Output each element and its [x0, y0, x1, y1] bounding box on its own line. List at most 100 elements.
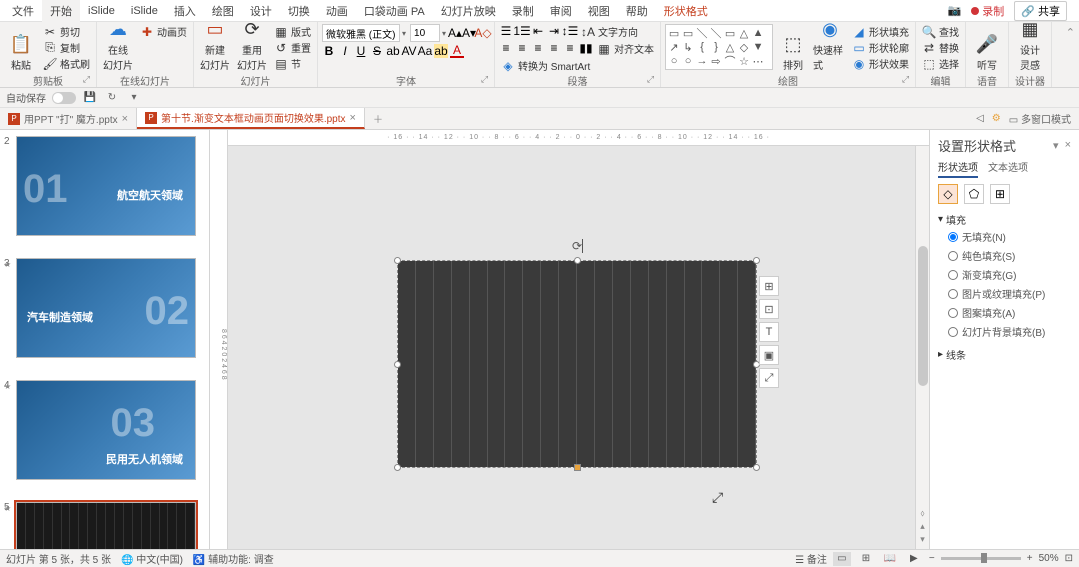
thumb-slide-4[interactable]: 03 民用无人机领域 — [16, 380, 196, 480]
section-button[interactable]: ▤节 — [272, 56, 313, 71]
autosave-toggle[interactable] — [52, 92, 76, 104]
fill-section-header[interactable]: ▾ 填充 — [938, 212, 1071, 227]
align-text-button[interactable]: ▦对齐文本 — [595, 41, 656, 56]
font-color-button[interactable]: A — [450, 44, 464, 58]
font-launcher[interactable]: ⤢ — [481, 74, 488, 85]
tab-islide2[interactable]: iSlide — [123, 2, 166, 20]
sorter-view-button[interactable]: ⊞ — [857, 552, 875, 566]
shape-arrow-icon[interactable]: ↗ — [667, 40, 681, 54]
float-layout-button[interactable]: ⊞ — [759, 276, 779, 296]
arrange-button[interactable]: ⬚排列 — [776, 24, 810, 72]
tab-transition[interactable]: 切换 — [280, 0, 318, 22]
rotate-handle[interactable]: ⟳ — [572, 239, 583, 253]
pattern-fill-radio[interactable]: 图案填充(A) — [938, 303, 1071, 322]
shape-oval2-icon[interactable]: ○ — [681, 54, 695, 68]
tab-slideshow[interactable]: 幻灯片放映 — [433, 0, 504, 22]
replace-button[interactable]: ⇄替换 — [920, 40, 961, 55]
numbering-button[interactable]: 1☰ — [515, 24, 529, 38]
tab-insert[interactable]: 插入 — [166, 0, 204, 22]
shape-rect2-icon[interactable]: ▭ — [681, 26, 695, 40]
tab-help[interactable]: 帮助 — [618, 0, 656, 22]
shape-fill-button[interactable]: ◢形状填充 — [850, 24, 911, 39]
chevron-down-icon[interactable]: ▾ — [400, 29, 408, 38]
shape-arrow3-icon[interactable]: ⇨ — [709, 54, 723, 68]
cut-button[interactable]: ✂剪切 — [41, 24, 92, 39]
zoom-out-button[interactable]: − — [929, 553, 935, 564]
tab-home[interactable]: 开始 — [42, 0, 80, 22]
shape-diamond-icon[interactable]: ◇ — [737, 40, 751, 54]
shape-scroll-dn-icon[interactable]: ▼ — [751, 40, 765, 54]
dictate-button[interactable]: 🎤听写 — [970, 24, 1004, 72]
align-center-button[interactable]: ≡ — [515, 41, 529, 55]
resize-handle-ml[interactable] — [394, 361, 401, 368]
float-crop-button[interactable]: ▣ — [759, 345, 779, 365]
scroll-up-icon[interactable]: ⬨ — [920, 508, 924, 519]
shadow-button[interactable]: ab — [386, 44, 400, 58]
slide-thumbnails[interactable]: 2 01 航空航天领域 ★ 3 汽车制造领域 02 ★ 4 03 民用无人机领域… — [0, 130, 210, 549]
bold-button[interactable]: B — [322, 44, 336, 58]
thumb-slide-5[interactable] — [16, 502, 196, 549]
share-button[interactable]: 🔗 共享 — [1014, 1, 1067, 21]
columns-button[interactable]: ▮▮ — [579, 41, 593, 55]
zoom-level[interactable]: 50% — [1039, 553, 1059, 564]
thumb-slide-2[interactable]: 01 航空航天领域 — [16, 136, 196, 236]
save-button[interactable]: 💾 — [82, 90, 98, 106]
tab-shape-format[interactable]: 形状格式 — [656, 0, 716, 22]
tab-file[interactable]: 文件 — [4, 0, 42, 22]
picture-fill-radio[interactable]: 图片或纹理填充(P) — [938, 284, 1071, 303]
no-fill-radio[interactable]: 无填充(N) — [938, 227, 1071, 246]
paragraph-launcher[interactable]: ⤢ — [647, 74, 654, 85]
line-spacing-button[interactable]: ↕☰ — [563, 24, 577, 38]
layout-button[interactable]: ▦版式 — [272, 24, 313, 39]
float-more-button[interactable]: ⤢ — [759, 368, 779, 388]
fit-window-button[interactable]: ⊡ — [1065, 553, 1073, 564]
tab-animation[interactable]: 动画 — [318, 0, 356, 22]
gradient-fill-radio[interactable]: 渐变填充(G) — [938, 265, 1071, 284]
paste-button[interactable]: 📋粘贴 — [4, 24, 38, 72]
prev-slide-icon[interactable]: ▴ — [920, 521, 925, 532]
shape-effects-button[interactable]: ◉形状效果 — [850, 56, 911, 71]
case-button[interactable]: Aa — [418, 44, 432, 58]
resize-handle-br[interactable] — [753, 464, 760, 471]
doc-tab-2[interactable]: P第十节.渐变文本框动画页面切换效果.pptx× — [137, 108, 365, 129]
fill-line-tab-icon[interactable]: ◇ — [938, 184, 958, 204]
font-size-combo[interactable]: 10 — [410, 24, 440, 42]
effects-tab-icon[interactable]: ⬠ — [964, 184, 984, 204]
shape-outline-button[interactable]: ▭形状轮廓 — [850, 40, 911, 55]
strike-button[interactable]: S — [370, 44, 384, 58]
tab-review[interactable]: 审阅 — [542, 0, 580, 22]
italic-button[interactable]: I — [338, 44, 352, 58]
close-icon[interactable]: × — [350, 112, 356, 124]
multi-window-button[interactable]: ▭ 多窗口模式 — [1009, 111, 1071, 126]
spacing-button[interactable]: AV — [402, 44, 416, 58]
scrollbar-thumb[interactable] — [918, 246, 928, 386]
notes-button[interactable]: ☰ 备注 — [795, 551, 827, 566]
selected-shape[interactable]: ⟳ — [398, 261, 756, 467]
indent-inc-button[interactable]: ⇥ — [547, 24, 561, 38]
tab-islide1[interactable]: iSlide — [80, 2, 123, 20]
tab-pocket[interactable]: 口袋动画 PA — [356, 0, 433, 22]
shape-arrow2-icon[interactable]: → — [695, 54, 709, 68]
slideshow-view-button[interactable]: ▶ — [905, 552, 923, 566]
slide-bg-fill-radio[interactable]: 幻灯片背景填充(B) — [938, 322, 1071, 341]
more-qat-button[interactable]: ▾ — [126, 90, 142, 106]
indent-dec-button[interactable]: ⇤ — [531, 24, 545, 38]
quick-styles-button[interactable]: ◉快速样式 — [813, 24, 847, 72]
solid-fill-radio[interactable]: 纯色填充(S) — [938, 246, 1071, 265]
shape-rect-icon[interactable]: ▭ — [667, 26, 681, 40]
normal-view-button[interactable]: ▭ — [833, 552, 851, 566]
reading-view-button[interactable]: 📖 — [881, 552, 899, 566]
text-direction-button[interactable]: ↕A文字方向 — [579, 24, 640, 39]
thumb-slide-3[interactable]: 汽车制造领域 02 — [16, 258, 196, 358]
next-slide-icon[interactable]: ▾ — [920, 534, 925, 545]
shapes-gallery[interactable]: ▭▭＼＼▭△▲ ↗↳{}△◇▼ ○○→⇨⌒☆⋯ — [665, 24, 773, 70]
close-icon[interactable]: × — [122, 113, 128, 125]
reset-button[interactable]: ↺重置 — [272, 40, 313, 55]
zoom-slider[interactable] — [941, 557, 1021, 560]
shape-brace2-icon[interactable]: } — [709, 40, 723, 54]
select-button[interactable]: ⬚选择 — [920, 56, 961, 71]
design-ideas-button[interactable]: ▦设计 灵感 — [1013, 24, 1047, 72]
clipboard-launcher[interactable]: ⤢ — [83, 74, 90, 85]
align-right-button[interactable]: ≡ — [531, 41, 545, 55]
zoom-in-button[interactable]: + — [1027, 553, 1033, 564]
